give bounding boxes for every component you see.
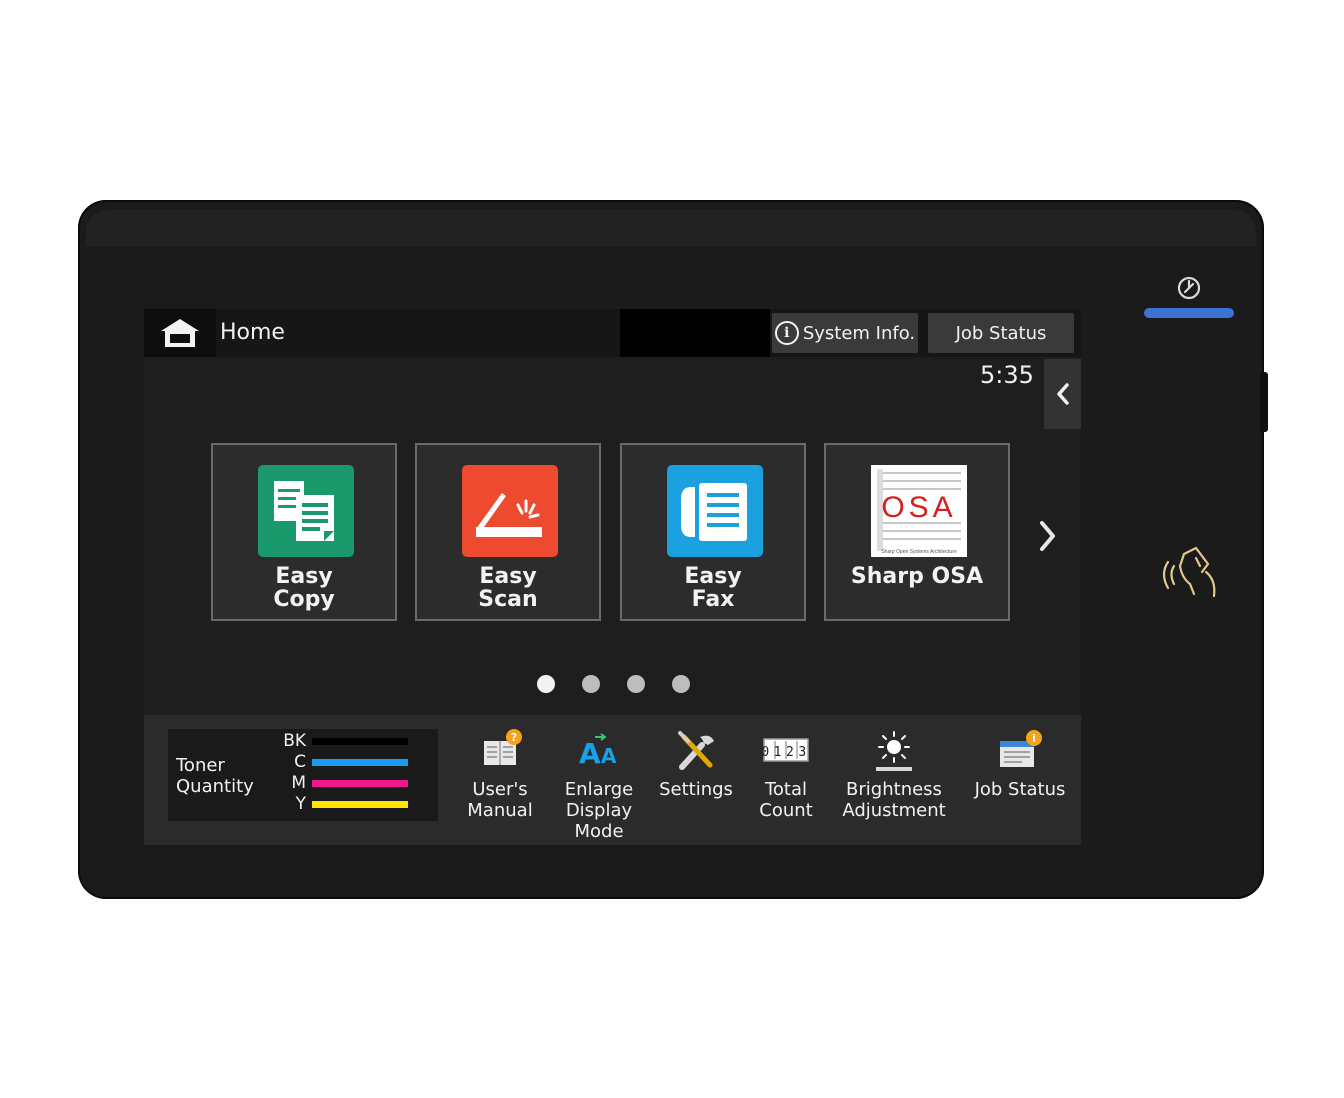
total-count-button[interactable]: 0123 Total Count: [734, 729, 838, 821]
page-dot[interactable]: [672, 675, 690, 693]
panel-side-tab: [1260, 372, 1268, 432]
osa-logo-caption: Sharp Open Systems Architecture: [881, 549, 957, 555]
users-manual-icon: ?: [484, 729, 522, 765]
total-count-digits: 0123: [762, 745, 810, 760]
app-tile-easy-fax[interactable]: Easy Fax: [620, 443, 806, 621]
page-dot[interactable]: [627, 675, 645, 693]
page-dot[interactable]: [537, 675, 555, 693]
home-icon: [161, 319, 199, 347]
osa-logo-text: OSA: [881, 491, 956, 524]
nfc-touch-icon: [1158, 544, 1220, 602]
next-page-button[interactable]: [1032, 519, 1062, 553]
job-status-label: Job Status: [955, 322, 1047, 344]
power-button[interactable]: [1176, 275, 1202, 301]
svg-text:A: A: [579, 737, 601, 770]
panel-top-bezel: [86, 210, 1256, 246]
app-tile-sharp-osa[interactable]: OSA Sharp Open Systems Architecture Shar…: [824, 443, 1010, 621]
job-status-icon: i: [1000, 730, 1042, 767]
brightness-icon: [876, 731, 912, 771]
toner-level-bar: [312, 780, 408, 787]
job-status-button[interactable]: Job Status: [928, 313, 1074, 353]
toner-quantity-label: Toner Quantity: [176, 755, 254, 797]
svg-text:A: A: [601, 744, 617, 768]
users-manual-button[interactable]: ? User's Manual: [448, 729, 552, 821]
page-dot[interactable]: [582, 675, 600, 693]
easy-copy-icon: [258, 465, 354, 557]
sharp-osa-logo: OSA Sharp Open Systems Architecture: [871, 465, 967, 557]
app-tile-easy-scan[interactable]: Easy Scan: [415, 443, 601, 621]
top-bar: Home i System Info. Job Status: [144, 309, 1081, 357]
power-indicator-led: [1144, 308, 1234, 318]
chevron-left-icon: [1056, 383, 1069, 405]
info-icon: i: [774, 321, 799, 345]
brightness-adjustment-button[interactable]: Brightness Adjustment: [835, 729, 953, 821]
app-tile-easy-copy[interactable]: Easy Copy: [211, 443, 397, 621]
enlarge-display-mode-button[interactable]: A A Enlarge Display Mode: [547, 729, 651, 842]
bottom-shortcut-bar: Toner Quantity BK C M Y ? User's Manual …: [144, 715, 1081, 845]
page-indicator: [537, 675, 690, 693]
page-title: Home: [220, 320, 285, 345]
settings-button[interactable]: Settings: [644, 729, 748, 800]
power-icon: [1177, 276, 1201, 300]
toner-quantity-panel: Toner Quantity BK C M Y: [168, 729, 438, 821]
chevron-right-icon: [1040, 521, 1055, 551]
touch-screen: Home i System Info. Job Status 5:35 Easy…: [144, 309, 1081, 845]
toner-level-bar: [312, 801, 408, 808]
system-info-label: System Info.: [802, 322, 916, 344]
svg-text:?: ?: [511, 731, 517, 744]
collapse-panel-button[interactable]: [1044, 359, 1081, 429]
easy-fax-icon: [667, 465, 763, 557]
easy-scan-icon: [462, 465, 558, 557]
enlarge-display-icon: A A: [579, 733, 617, 770]
toner-level-bar: [312, 738, 408, 745]
system-info-button[interactable]: i System Info.: [772, 313, 918, 353]
toner-level-bar: [312, 759, 408, 766]
total-count-icon: 0123: [762, 738, 810, 762]
status-message-area: [620, 309, 770, 357]
app-tile-label: Easy Scan: [478, 564, 538, 612]
settings-icon: [678, 731, 714, 770]
app-tile-label: Sharp OSA: [850, 564, 984, 589]
job-status-shortcut-button[interactable]: i Job Status: [962, 729, 1078, 800]
home-button[interactable]: [144, 309, 216, 357]
app-tile-label: Easy Copy: [273, 564, 335, 612]
svg-text:i: i: [1032, 732, 1036, 745]
clock: 5:35: [980, 361, 1034, 389]
app-tile-label: Easy Fax: [684, 564, 742, 612]
